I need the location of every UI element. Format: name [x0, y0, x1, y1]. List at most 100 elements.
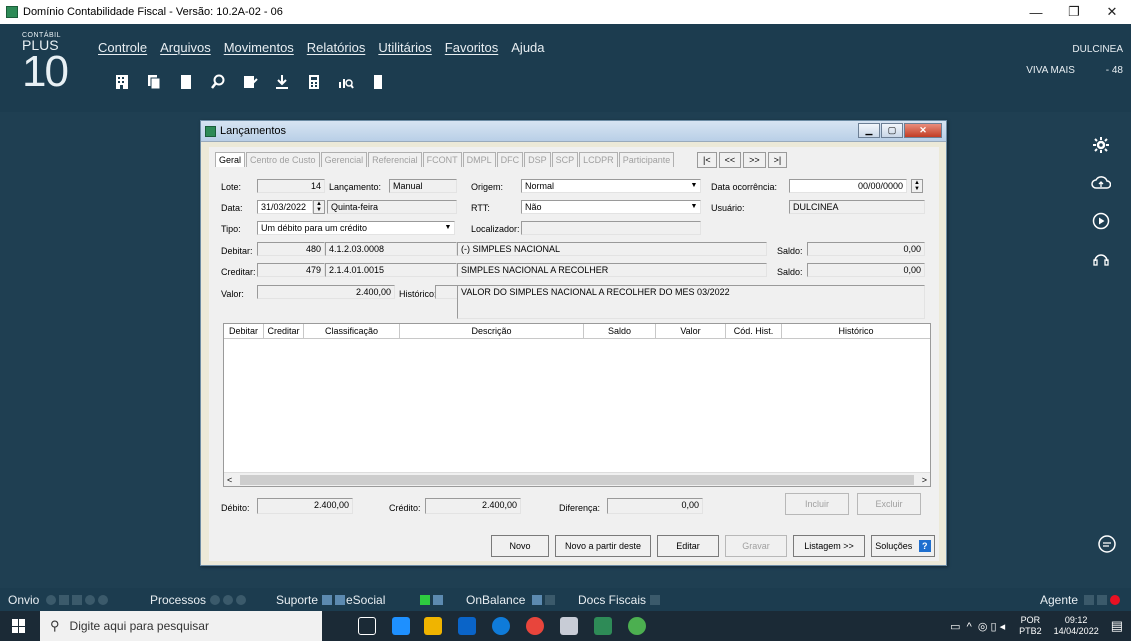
dialog-maximize-button[interactable]: ▢ [881, 123, 903, 138]
edge-icon[interactable] [392, 617, 410, 635]
documents-icon[interactable] [138, 70, 170, 94]
tab-dfc[interactable]: DFC [496, 152, 524, 167]
scroll-right-icon[interactable]: > [922, 475, 927, 485]
data-spinner[interactable]: ▲ ▼ [313, 200, 325, 214]
menu-ajuda[interactable]: Ajuda [511, 40, 544, 55]
listagem-button[interactable]: Listagem >> [793, 535, 865, 557]
nav-prev-button[interactable]: << [718, 152, 742, 168]
solucoes-button[interactable]: Soluções ? [871, 535, 935, 557]
menu-arquivos[interactable]: Arquivos [160, 40, 211, 55]
lancamento-field[interactable]: Manual [389, 179, 457, 193]
gravar-button[interactable]: Gravar [725, 535, 787, 557]
data-ocorrencia-spinner[interactable]: ▲ ▼ [911, 179, 923, 193]
col-creditar[interactable]: Creditar [264, 324, 304, 338]
historico-text-field[interactable]: VALOR DO SIMPLES NACIONAL A RECOLHER DO … [457, 285, 925, 319]
language-indicator[interactable]: POR PTB2 [1019, 615, 1042, 637]
file-explorer-icon[interactable] [424, 617, 442, 635]
nav-first-button[interactable]: |< [697, 152, 717, 168]
docs-fiscais-label[interactable]: Docs Fiscais [578, 593, 646, 607]
novo-button[interactable]: Novo [491, 535, 549, 557]
cloud-upload-icon[interactable] [1091, 174, 1111, 192]
chrome-profile-icon[interactable] [628, 617, 646, 635]
clock[interactable]: 09:12 14/04/2022 [1054, 615, 1099, 637]
debitar-account-field[interactable]: 4.1.2.03.0008 [325, 242, 457, 256]
dialog-minimize-button[interactable]: ▁ [858, 123, 880, 138]
close-button[interactable]: ✕ [1093, 0, 1131, 24]
menu-movimentos[interactable]: Movimentos [224, 40, 294, 55]
calculator-icon[interactable] [298, 70, 330, 94]
nav-next-button[interactable]: >> [743, 152, 766, 168]
suporte-label[interactable]: Suporte [276, 593, 318, 607]
col-debitar[interactable]: Debitar [224, 324, 264, 338]
taskbar-search[interactable]: ⚲ Digite aqui para pesquisar [40, 611, 322, 641]
col-valor[interactable]: Valor [656, 324, 726, 338]
exit-door-icon[interactable] [362, 70, 394, 94]
tab-participante[interactable]: Participante [618, 152, 675, 167]
onbalance-label[interactable]: OnBalance [466, 593, 525, 607]
creditar-code-field[interactable]: 479 [257, 263, 325, 277]
outlook-icon[interactable] [458, 617, 476, 635]
incluir-button[interactable]: Incluir [785, 493, 849, 515]
tab-scp[interactable]: SCP [551, 152, 579, 167]
menu-controle[interactable]: Controle [98, 40, 147, 55]
entries-grid[interactable]: Debitar Creditar Classificação Descrição… [223, 323, 931, 487]
novo-a-partir-deste-button[interactable]: Novo a partir deste [555, 535, 651, 557]
horizontal-scrollbar[interactable]: < > [224, 472, 930, 486]
chart-search-icon[interactable] [330, 70, 362, 94]
col-cod-hist[interactable]: Cód. Hist. [726, 324, 782, 338]
onvio-label[interactable]: Onvio [8, 593, 39, 607]
task-view-icon[interactable] [358, 617, 376, 635]
scroll-thumb[interactable] [240, 475, 914, 485]
tab-centro-de-custo[interactable]: Centro de Custo [246, 152, 320, 167]
edit-document-icon[interactable] [234, 70, 266, 94]
col-saldo[interactable]: Saldo [584, 324, 656, 338]
col-historico[interactable]: Histórico [782, 324, 930, 338]
localizador-field[interactable] [521, 221, 701, 235]
maximize-button[interactable]: ❐ [1055, 0, 1093, 24]
nav-last-button[interactable]: >| [767, 152, 788, 168]
edge-chromium-icon[interactable] [492, 617, 510, 635]
building-icon[interactable] [106, 70, 138, 94]
tab-lcdpr[interactable]: LCDPR [579, 152, 618, 167]
creditar-account-field[interactable]: 2.1.4.01.0015 [325, 263, 457, 277]
editar-button[interactable]: Editar [657, 535, 719, 557]
windows-start-icon[interactable] [12, 619, 26, 633]
download-icon[interactable] [266, 70, 298, 94]
gear-icon[interactable] [1091, 136, 1111, 154]
valor-field[interactable]: 2.400,00 [257, 285, 395, 299]
data-field[interactable]: 31/03/2022 [257, 200, 313, 214]
processos-label[interactable]: Processos [150, 593, 206, 607]
search-icon[interactable] [202, 70, 234, 94]
tipo-select[interactable]: Um débito para um crédito ▼ [257, 221, 455, 235]
lote-field[interactable]: 14 [257, 179, 325, 193]
tab-dmpl[interactable]: DMPL [462, 152, 496, 167]
debitar-code-field[interactable]: 480 [257, 242, 325, 256]
col-descricao[interactable]: Descrição [400, 324, 584, 338]
col-classificacao[interactable]: Classificação [304, 324, 400, 338]
tab-dsp[interactable]: DSP [524, 152, 551, 167]
dominio-app-icon[interactable] [594, 617, 612, 635]
minimize-button[interactable]: — [1017, 0, 1055, 24]
tab-referencial[interactable]: Referencial [368, 152, 422, 167]
tab-geral[interactable]: Geral [215, 152, 246, 167]
menu-favoritos[interactable]: Favoritos [445, 40, 498, 55]
app-icon-paint[interactable] [560, 617, 578, 635]
headset-icon[interactable] [1091, 250, 1111, 268]
tray-icons[interactable]: ▭ ^ ◎ ▯ ◂ [950, 620, 1005, 633]
menu-utilitarios[interactable]: Utilitários [378, 40, 431, 55]
play-circle-icon[interactable] [1091, 212, 1111, 230]
esocial-label[interactable]: eSocial [346, 593, 385, 607]
chat-icon[interactable] [1097, 534, 1117, 559]
agente-label[interactable]: Agente [1040, 593, 1078, 607]
scroll-left-icon[interactable]: < [227, 475, 232, 485]
dialog-close-button[interactable]: ✕ [904, 123, 942, 138]
chrome-icon[interactable] [526, 617, 544, 635]
tab-gerencial[interactable]: Gerencial [320, 152, 368, 167]
origem-select[interactable]: Normal ▼ [521, 179, 701, 193]
book-icon[interactable] [170, 70, 202, 94]
menu-relatorios[interactable]: Relatórios [307, 40, 366, 55]
excluir-button[interactable]: Excluir [857, 493, 921, 515]
data-ocorrencia-field[interactable]: 00/00/0000 [789, 179, 907, 193]
notifications-icon[interactable]: ▤ [1111, 618, 1123, 634]
tab-fcont[interactable]: FCONT [422, 152, 462, 167]
